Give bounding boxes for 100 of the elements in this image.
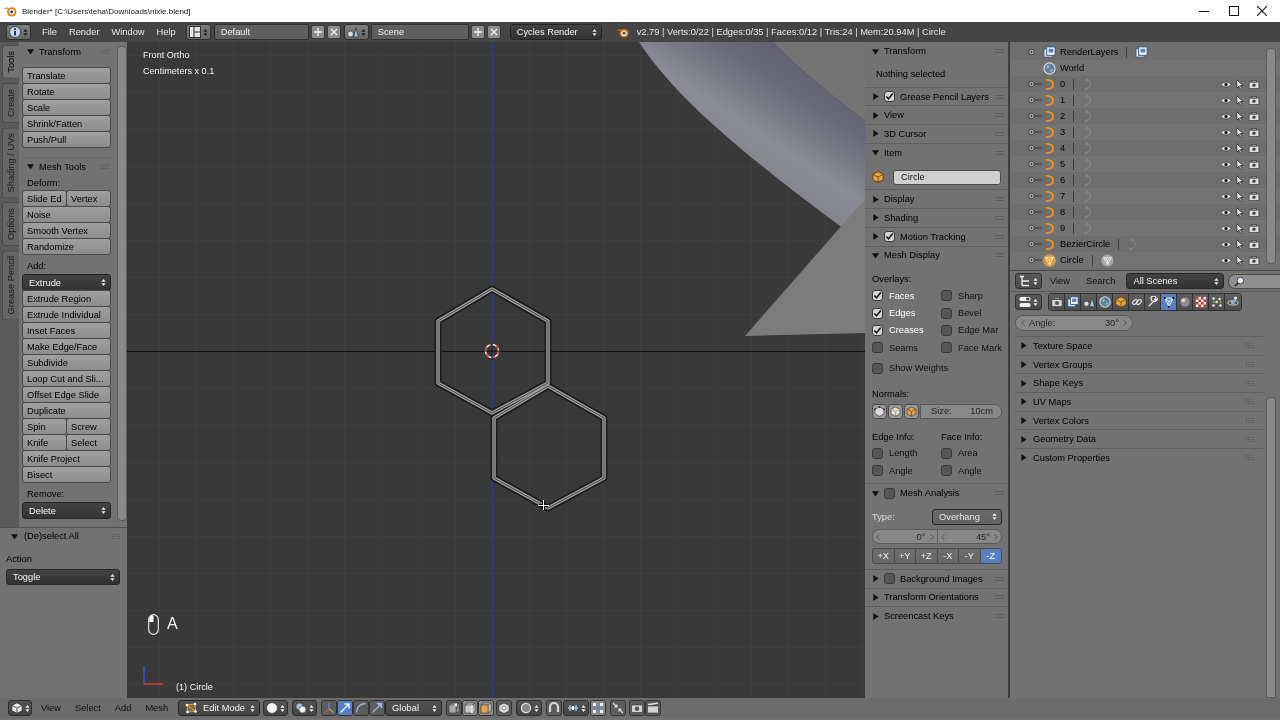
eye-icon[interactable] bbox=[1220, 111, 1232, 121]
layout-name-field[interactable]: Default bbox=[213, 24, 309, 40]
outliner-item[interactable]: BezierCircle bbox=[1060, 239, 1111, 249]
disclosure-triangle-icon[interactable] bbox=[872, 195, 879, 203]
panel-title[interactable]: Background Images bbox=[900, 573, 983, 584]
menu-item[interactable]: Window bbox=[105, 24, 151, 40]
expand-toggle-icon[interactable] bbox=[1028, 160, 1042, 168]
properties-tab[interactable] bbox=[1209, 294, 1225, 310]
panel-title[interactable]: Item bbox=[884, 147, 903, 158]
outliner-item[interactable]: 7 bbox=[1060, 191, 1066, 201]
cube-edge-icon[interactable] bbox=[462, 700, 479, 716]
close-icon[interactable] bbox=[1257, 6, 1267, 16]
disclosure-triangle-icon[interactable] bbox=[1020, 454, 1027, 462]
properties-tab[interactable] bbox=[1081, 294, 1097, 310]
eye-icon[interactable] bbox=[1220, 159, 1232, 169]
scale-handle-icon[interactable] bbox=[369, 700, 386, 716]
panel-title[interactable]: Transform bbox=[884, 46, 926, 57]
action-dropdown[interactable]: Toggle bbox=[6, 569, 120, 585]
tool-tab[interactable]: Grease Pencil bbox=[2, 250, 19, 321]
camera-icon[interactable] bbox=[1248, 223, 1260, 233]
camera-icon[interactable] bbox=[1248, 95, 1260, 105]
scrollbar[interactable] bbox=[117, 46, 127, 521]
checkbox-label[interactable]: Edge Mar bbox=[958, 325, 999, 336]
cube-normals-icon[interactable] bbox=[904, 403, 919, 419]
menu-item[interactable]: Mesh bbox=[138, 700, 176, 716]
disclosure-triangle-icon[interactable] bbox=[1020, 417, 1027, 425]
disclosure-triangle-icon[interactable] bbox=[872, 612, 879, 620]
disclosure-triangle-icon[interactable] bbox=[27, 48, 34, 55]
name-field[interactable]: Circle bbox=[893, 169, 1001, 185]
minimize-icon[interactable] bbox=[1199, 10, 1209, 12]
arc-icon[interactable] bbox=[353, 700, 370, 716]
eye-icon[interactable] bbox=[1220, 239, 1232, 249]
eye-icon[interactable] bbox=[1220, 223, 1232, 233]
checkbox[interactable] bbox=[872, 362, 883, 374]
tool-tab[interactable]: Shading / UVs bbox=[2, 126, 19, 199]
disclosure-triangle-icon[interactable] bbox=[872, 130, 879, 138]
drag-handle-icon[interactable] bbox=[1246, 362, 1254, 368]
disclosure-triangle-icon[interactable] bbox=[1020, 379, 1027, 387]
menu-item[interactable]: Help bbox=[150, 24, 182, 40]
checkbox[interactable] bbox=[872, 465, 883, 477]
cube-normals-icon[interactable] bbox=[888, 403, 903, 419]
search-field[interactable] bbox=[1228, 273, 1280, 289]
disclosure-triangle-icon[interactable] bbox=[1020, 361, 1027, 369]
arrow-cursor-icon[interactable] bbox=[1236, 254, 1244, 266]
cube-vertex-icon[interactable] bbox=[446, 700, 463, 716]
editor-type-dropdown[interactable] bbox=[6, 24, 31, 40]
hexagon-dot-icon[interactable] bbox=[496, 700, 513, 716]
proportional-edit-dropdown[interactable] bbox=[516, 700, 543, 716]
menu-item[interactable]: Select bbox=[68, 700, 108, 716]
eye-icon[interactable] bbox=[1220, 255, 1232, 265]
cube-normals-icon[interactable] bbox=[872, 403, 887, 419]
scene-dropdown[interactable] bbox=[343, 24, 369, 40]
editor-type-dropdown[interactable] bbox=[1015, 294, 1042, 310]
outliner-item[interactable]: 8 bbox=[1060, 207, 1066, 217]
panel-title[interactable]: Custom Properties bbox=[1033, 452, 1110, 463]
camera-icon[interactable] bbox=[1248, 239, 1260, 249]
outliner-item[interactable]: World bbox=[1060, 63, 1085, 73]
expand-toggle-icon[interactable] bbox=[1028, 128, 1042, 136]
outliner-item[interactable]: 2 bbox=[1060, 111, 1066, 121]
camera-icon[interactable] bbox=[1248, 207, 1260, 217]
checkbox[interactable] bbox=[872, 307, 883, 319]
tool-button[interactable]: Randomize bbox=[22, 238, 111, 255]
panel-title[interactable]: Mesh Display bbox=[884, 250, 940, 261]
triangle-mesh-icon[interactable] bbox=[1043, 253, 1056, 267]
eye-icon[interactable] bbox=[1220, 207, 1232, 217]
checkbox-label[interactable]: Length bbox=[889, 448, 918, 459]
eye-icon[interactable] bbox=[1220, 191, 1232, 201]
magnet-icon[interactable] bbox=[546, 700, 563, 716]
tool-button[interactable]: Push/Pull bbox=[22, 131, 111, 148]
checkbox[interactable] bbox=[884, 231, 895, 243]
checkbox-label[interactable]: Seams bbox=[889, 342, 918, 353]
disclosure-triangle-icon[interactable] bbox=[11, 532, 18, 540]
plus-icon[interactable] bbox=[310, 25, 325, 39]
camera-icon[interactable] bbox=[1248, 159, 1260, 169]
properties-tab[interactable] bbox=[1145, 294, 1161, 310]
checkbox-label[interactable]: Angle bbox=[889, 465, 913, 476]
scene-name-field[interactable]: Scene bbox=[370, 24, 469, 40]
layout-dropdown[interactable] bbox=[185, 24, 211, 40]
scrollbar[interactable] bbox=[1266, 48, 1276, 264]
tool-tab[interactable]: Tools bbox=[2, 45, 19, 79]
panel-title[interactable]: Screencast Keys bbox=[884, 611, 954, 622]
shading-dropdown[interactable] bbox=[263, 700, 289, 716]
menu-dropdown[interactable]: Delete bbox=[22, 502, 111, 519]
properties-tab[interactable] bbox=[1177, 294, 1193, 310]
checkbox[interactable] bbox=[941, 447, 952, 459]
checkbox-label[interactable]: Bevel bbox=[958, 308, 982, 319]
checkbox[interactable] bbox=[941, 324, 952, 336]
3d-viewport[interactable]: Front Ortho Centimeters x 0.1 A (1) Circle bbox=[127, 42, 865, 698]
editor-type-dropdown[interactable] bbox=[8, 700, 32, 716]
properties-tab[interactable] bbox=[1113, 294, 1129, 310]
tool-button[interactable]: Screw bbox=[66, 418, 111, 435]
checkbox-label[interactable]: Angle bbox=[958, 465, 982, 476]
outliner-item[interactable]: 1 bbox=[1060, 95, 1066, 105]
outliner-item[interactable]: 3 bbox=[1060, 127, 1066, 137]
expand-toggle-icon[interactable] bbox=[1028, 112, 1042, 120]
panel-title[interactable]: Vertex Groups bbox=[1033, 359, 1093, 370]
expand-toggle-icon[interactable] bbox=[1028, 176, 1042, 184]
checkbox[interactable] bbox=[941, 465, 952, 477]
cross-icon[interactable] bbox=[486, 25, 501, 39]
outliner-item[interactable]: 6 bbox=[1060, 175, 1066, 185]
